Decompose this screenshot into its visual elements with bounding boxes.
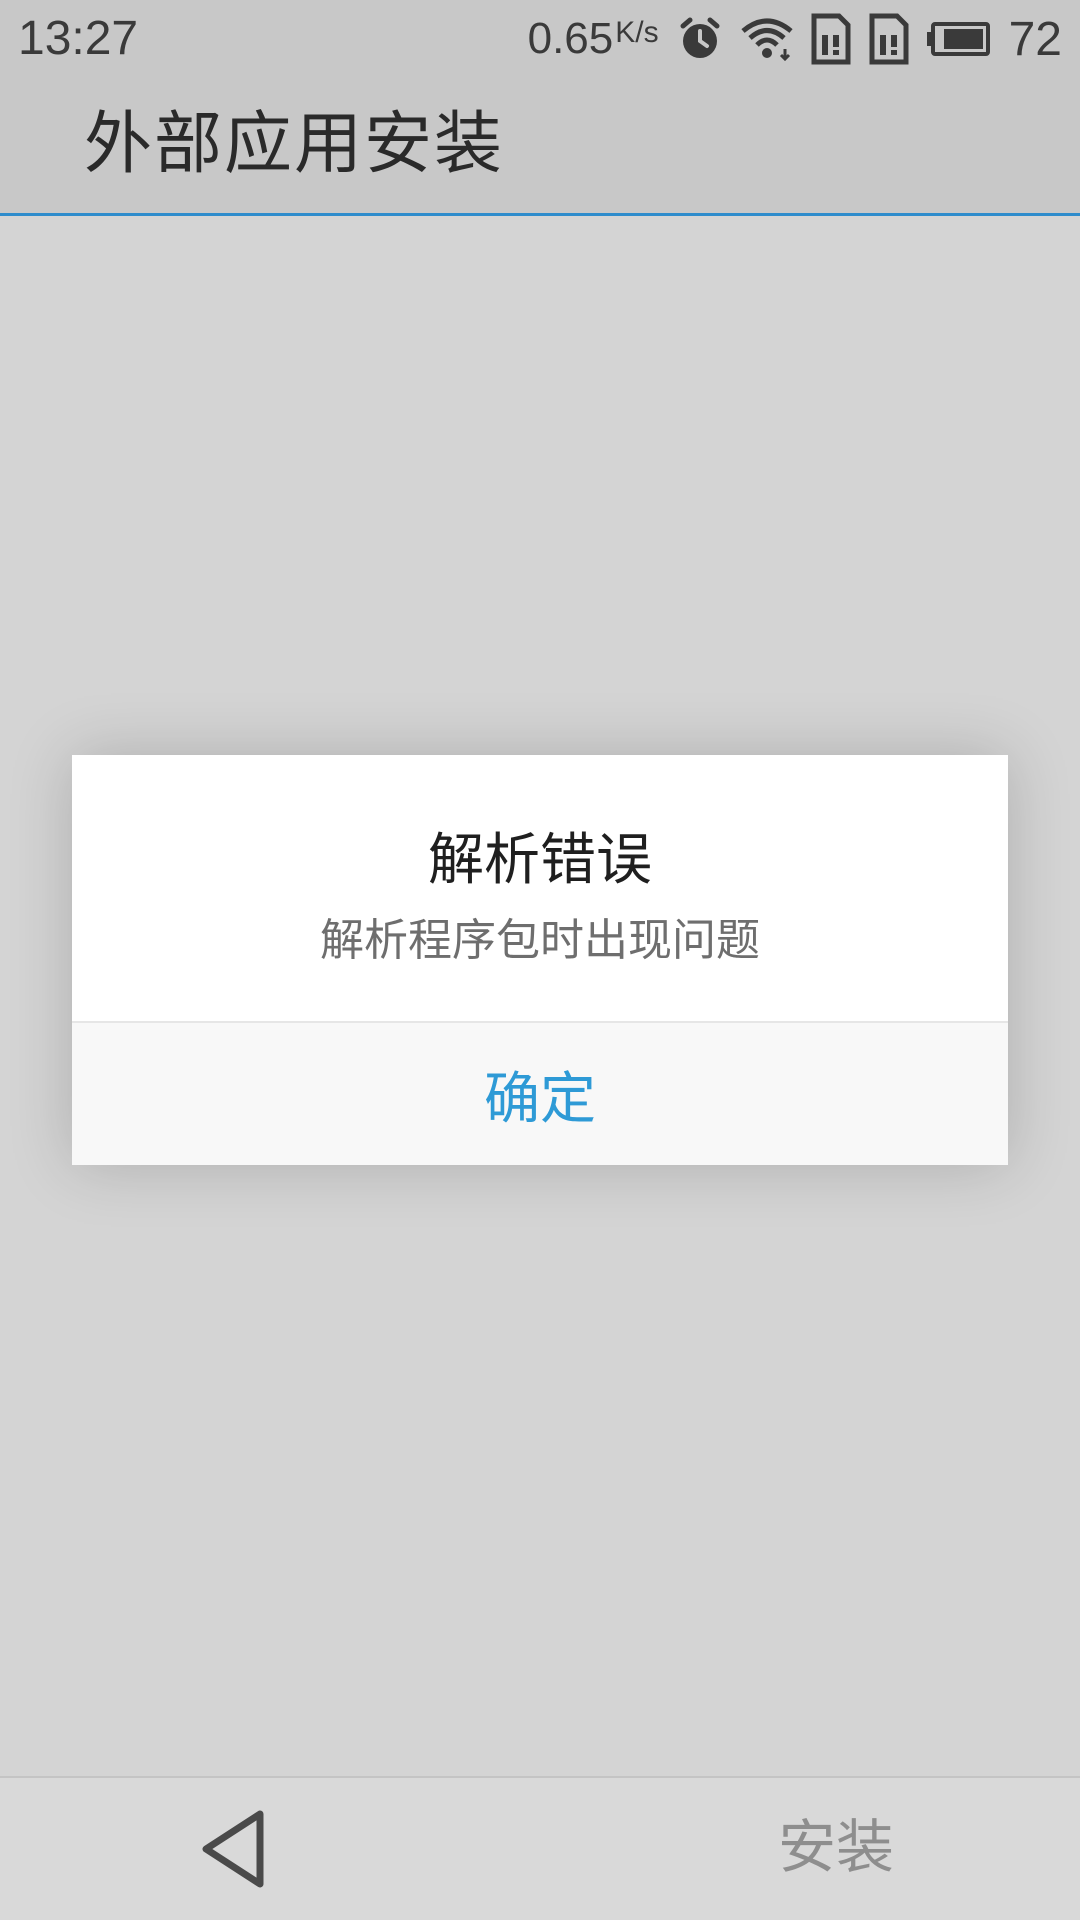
error-dialog: 解析错误 解析程序包时出现问题 确定: [72, 755, 1008, 1165]
sim1-icon: [811, 13, 851, 65]
sim2-icon: [869, 13, 909, 65]
network-speed-unit: K/s: [615, 16, 659, 49]
battery-level: 72: [1008, 12, 1062, 66]
status-bar: 13:27 0.65 K/s 72: [0, 0, 1080, 78]
back-triangle-icon: [196, 1810, 272, 1894]
network-speed: 0.65 K/s: [528, 14, 659, 64]
page-title: 外部应用安装: [84, 105, 505, 184]
status-icons: 0.65 K/s 72: [528, 8, 1062, 70]
confirm-button[interactable]: 确定: [72, 1023, 1008, 1165]
dialog-message: 解析程序包时出现问题: [320, 915, 760, 966]
install-button[interactable]: 安装: [778, 1812, 894, 1882]
action-bar: 外部应用安装: [0, 78, 1080, 216]
back-button[interactable]: [196, 1808, 272, 1890]
battery-icon: [926, 21, 991, 57]
network-speed-value: 0.65: [527, 14, 614, 63]
status-time: 13:27: [18, 12, 139, 65]
dialog-title: 解析错误: [428, 828, 652, 893]
bottom-bar: 安装: [0, 1776, 1080, 1920]
alarm-icon: [677, 16, 723, 62]
wifi-icon: [741, 17, 793, 61]
